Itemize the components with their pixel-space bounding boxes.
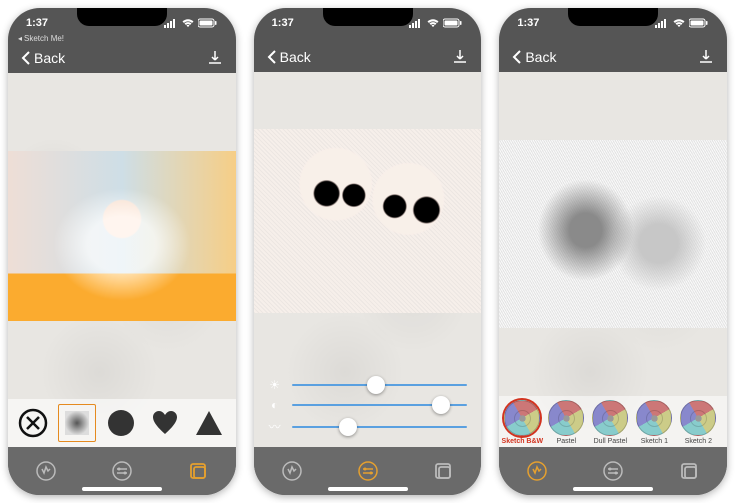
slider-track[interactable] [292, 404, 468, 406]
filter-dull-pastel[interactable]: Dull Pastel [589, 400, 631, 445]
photo-preview [8, 151, 236, 321]
shape-circle[interactable] [102, 404, 140, 442]
breadcrumb[interactable]: ◂ Sketch Me! [8, 34, 236, 43]
device-notch [323, 8, 413, 26]
back-label: Back [280, 49, 311, 65]
wave-icon: 〰 [268, 418, 282, 435]
tool-adjust[interactable] [107, 456, 137, 486]
slider-thumb[interactable] [367, 376, 385, 394]
contrast-icon: ◐ [268, 398, 282, 412]
tool-effects[interactable] [31, 456, 61, 486]
tool-frames[interactable] [428, 456, 458, 486]
shape-soft-square[interactable] [58, 404, 96, 442]
filter-label: Sketch 1 [641, 438, 668, 445]
filter-sketch-2[interactable]: Sketch 2 [677, 400, 719, 445]
filter-label: Sketch B&W [502, 438, 544, 445]
chevron-left-icon [266, 49, 278, 65]
filter-sketch-1[interactable]: Sketch 1 [633, 400, 675, 445]
slider-thumb[interactable] [339, 418, 357, 436]
status-icons [409, 18, 463, 28]
phone-screen-3: 1:37 Back Sketch B&W Pastel [499, 8, 727, 495]
download-icon[interactable] [451, 48, 469, 66]
tool-effects[interactable] [277, 456, 307, 486]
slider-track[interactable] [292, 384, 468, 386]
battery-icon [689, 18, 709, 28]
tool-frames[interactable] [183, 456, 213, 486]
photo-preview [499, 140, 727, 328]
photo-area[interactable] [499, 72, 727, 396]
phone-screen-2: 1:37 Back ☀ ◐ 〰 [254, 8, 482, 495]
editor-canvas [8, 73, 236, 447]
wifi-icon [181, 18, 195, 28]
status-time: 1:37 [26, 17, 48, 29]
back-label: Back [34, 50, 65, 66]
nav-bar: Back [254, 42, 482, 72]
shape-strip [8, 399, 236, 447]
breadcrumb-caret-icon: ◂ [18, 34, 22, 43]
slider-panel: ☀ ◐ 〰 [254, 370, 482, 447]
filter-label: Dull Pastel [594, 438, 627, 445]
back-button[interactable]: Back [20, 50, 65, 66]
nav-bar: Back [8, 43, 236, 73]
tool-adjust[interactable] [353, 456, 383, 486]
filter-label: Sketch 2 [685, 438, 712, 445]
signal-icon [164, 18, 178, 28]
back-label: Back [525, 49, 556, 65]
battery-icon [443, 18, 463, 28]
filter-swatch [504, 400, 540, 436]
breadcrumb-app: Sketch Me! [24, 34, 64, 43]
filter-strip: Sketch B&W Pastel Dull Pastel Sketch 1 S… [499, 396, 727, 447]
tool-frames[interactable] [674, 456, 704, 486]
slider-thumb[interactable] [432, 396, 450, 414]
back-button[interactable]: Back [511, 49, 556, 65]
filter-label: Pastel [557, 438, 576, 445]
device-notch [568, 8, 658, 26]
slider-contrast[interactable]: ◐ [268, 398, 468, 412]
shape-heart[interactable] [146, 404, 184, 442]
editor-canvas: ☀ ◐ 〰 [254, 72, 482, 447]
signal-icon [655, 18, 669, 28]
wifi-icon [672, 18, 686, 28]
download-icon[interactable] [206, 49, 224, 67]
brightness-icon: ☀ [268, 378, 282, 392]
status-time: 1:37 [272, 17, 294, 29]
chevron-left-icon [511, 49, 523, 65]
filter-sketch-bw[interactable]: Sketch B&W [501, 400, 543, 445]
filter-swatch [636, 400, 672, 436]
signal-icon [409, 18, 423, 28]
chevron-left-icon [20, 50, 32, 66]
status-icons [655, 18, 709, 28]
status-time: 1:37 [517, 17, 539, 29]
back-button[interactable]: Back [266, 49, 311, 65]
tool-adjust[interactable] [598, 456, 628, 486]
status-icons [164, 18, 218, 28]
home-indicator[interactable] [328, 487, 408, 491]
slider-wave[interactable]: 〰 [268, 418, 468, 435]
tool-effects[interactable] [522, 456, 552, 486]
filter-swatch [548, 400, 584, 436]
slider-brightness[interactable]: ☀ [268, 378, 468, 392]
phone-screen-1: 1:37 ◂ Sketch Me! Back [8, 8, 236, 495]
photo-area[interactable] [254, 72, 482, 370]
filter-swatch [680, 400, 716, 436]
photo-preview [254, 129, 482, 314]
nav-bar: Back [499, 42, 727, 72]
home-indicator[interactable] [82, 487, 162, 491]
download-icon[interactable] [697, 48, 715, 66]
shape-x-circle[interactable] [14, 404, 52, 442]
device-notch [77, 8, 167, 26]
battery-icon [198, 18, 218, 28]
editor-canvas: Sketch B&W Pastel Dull Pastel Sketch 1 S… [499, 72, 727, 447]
photo-area[interactable] [8, 73, 236, 399]
home-indicator[interactable] [573, 487, 653, 491]
shape-triangle[interactable] [190, 404, 228, 442]
filter-swatch [592, 400, 628, 436]
filter-pastel[interactable]: Pastel [545, 400, 587, 445]
slider-track[interactable] [292, 426, 468, 428]
wifi-icon [426, 18, 440, 28]
